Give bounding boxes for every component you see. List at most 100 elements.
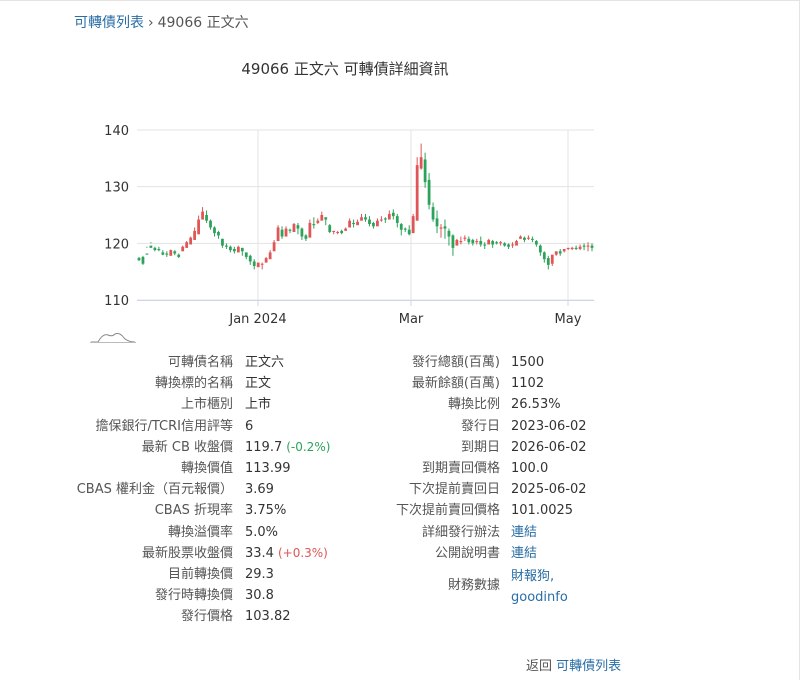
candle-body (284, 228, 288, 237)
detail-value: 103.82 (245, 606, 291, 627)
candle (455, 238, 459, 246)
y-tick-label: 130 (104, 181, 129, 196)
candle-body (423, 159, 427, 183)
candle-body (515, 241, 518, 246)
candle (395, 213, 399, 228)
candle (368, 216, 371, 227)
candle-body (511, 244, 514, 246)
candle-body (320, 215, 324, 221)
candle (491, 239, 495, 248)
candle (177, 253, 181, 259)
candle-body (491, 241, 495, 245)
candle (324, 217, 328, 226)
candle (376, 218, 379, 227)
candle (523, 236, 526, 243)
candle (244, 252, 248, 260)
candle (451, 234, 455, 256)
candle-body (566, 247, 570, 249)
candle-body (471, 239, 475, 244)
detail-value: 2025-06-02 (511, 482, 587, 498)
candle-body (324, 217, 328, 220)
detail-link[interactable]: 連結 (511, 543, 537, 564)
detail-label: 轉換比例 (447, 397, 500, 413)
candle-body (550, 254, 554, 264)
candle-body (419, 157, 423, 169)
candle (145, 246, 149, 255)
candle-body (562, 249, 566, 252)
candle (276, 225, 280, 242)
candle-body (137, 258, 141, 261)
candle-body (542, 252, 546, 260)
candle (519, 235, 522, 239)
candle-body (344, 228, 348, 231)
candle (217, 230, 220, 239)
detail-value: 2026-06-02 (511, 439, 587, 455)
candle (546, 255, 550, 270)
back-list-link[interactable]: 可轉債列表 (556, 659, 621, 674)
candle-body (463, 237, 467, 239)
candle-body (149, 245, 153, 248)
candle-body (479, 241, 483, 245)
candle-body (467, 238, 471, 243)
candle (332, 230, 336, 235)
candle-body (189, 237, 193, 245)
candle (232, 246, 236, 254)
candle-body (252, 261, 256, 266)
candle-body (403, 228, 407, 230)
detail-row: 發行價格 103.82 (0, 606, 400, 627)
detail-label: 發行總額(百萬) (411, 355, 500, 370)
detail-value: 2023-06-02 (511, 418, 587, 434)
candle-body (519, 236, 522, 239)
candle (531, 236, 534, 243)
candle (165, 251, 169, 257)
candle (221, 238, 224, 248)
candle (189, 236, 193, 245)
candle-body (316, 220, 320, 223)
detail-row: 下次提前賣回價格 101.0025 (0, 500, 700, 521)
candle (304, 234, 308, 242)
candle-body (169, 250, 173, 256)
navigator-thumbnail-icon[interactable] (90, 330, 136, 344)
candle-body (225, 245, 228, 247)
candle-body (554, 251, 558, 255)
candle-body (276, 227, 280, 242)
candle-body (264, 258, 268, 263)
statementdog-link[interactable]: 財報狗, (511, 566, 554, 587)
goodinfo-link[interactable]: goodinfo (511, 587, 568, 608)
candle (252, 259, 256, 270)
candle (137, 256, 141, 261)
candle-body (383, 218, 387, 220)
candle (427, 173, 431, 210)
detail-row: 發行總額(百萬) 1500 (0, 352, 700, 373)
candle-body (427, 179, 431, 205)
candle (415, 157, 419, 221)
candle (225, 243, 228, 249)
candle (157, 246, 161, 252)
candle (181, 245, 185, 252)
candle (328, 224, 332, 234)
candle-body (153, 247, 157, 251)
candle-body (352, 222, 355, 225)
detail-link[interactable]: 連結 (511, 522, 537, 543)
candle-body (300, 228, 304, 237)
candle-body (260, 263, 264, 265)
candle-body (340, 230, 344, 234)
candle (240, 247, 244, 256)
candle-body (483, 244, 487, 246)
candle (248, 254, 252, 265)
candle (185, 241, 189, 248)
candle-body (391, 212, 395, 217)
candle-body (244, 252, 248, 257)
candle (590, 243, 594, 252)
candle (582, 243, 586, 251)
candle (288, 228, 292, 234)
candle (435, 210, 439, 234)
chart-candles (137, 143, 594, 270)
candle-body (574, 247, 578, 249)
candle (554, 251, 558, 256)
detail-label: 發行價格 (180, 609, 233, 625)
candle-body (455, 239, 459, 246)
candle (300, 227, 304, 240)
candle-body (332, 230, 336, 232)
candle (534, 239, 538, 247)
